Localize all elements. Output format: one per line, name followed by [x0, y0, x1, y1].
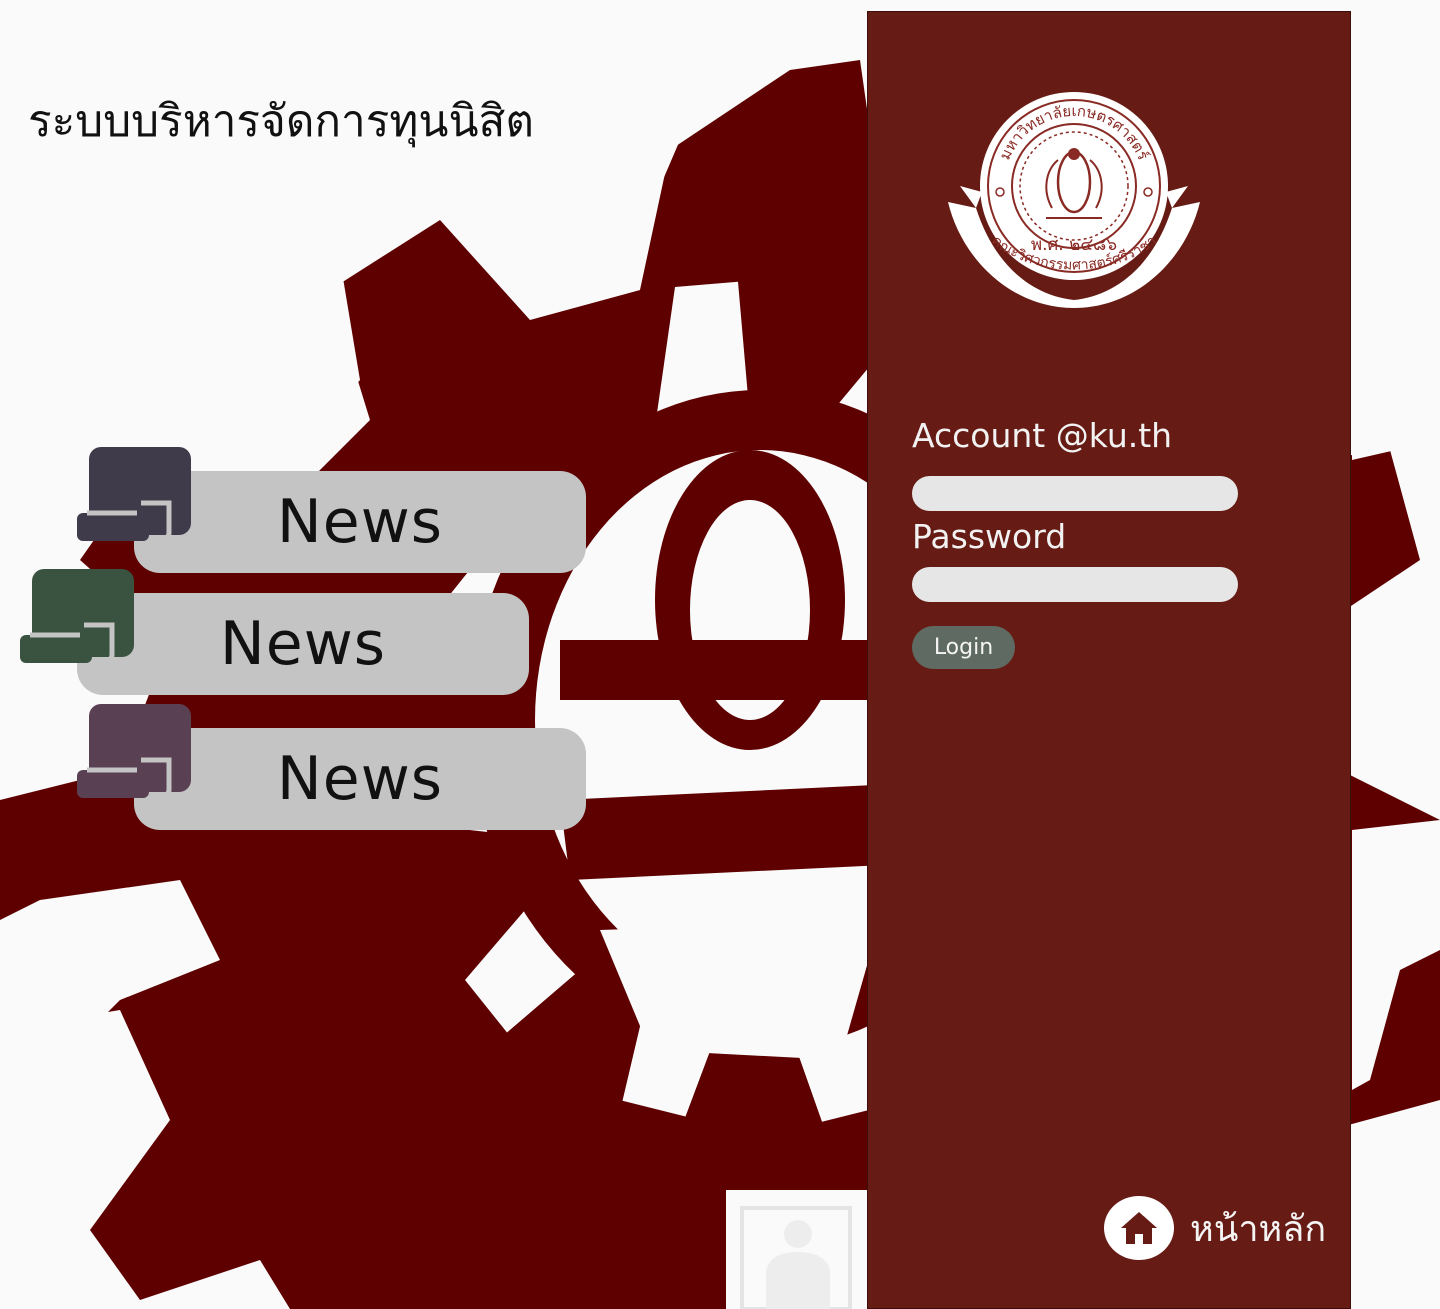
account-label: Account @ku.th [912, 416, 1173, 455]
scroll-icon [77, 447, 191, 542]
news-button-1[interactable]: News [134, 471, 586, 573]
news-button-3[interactable]: News [134, 728, 586, 830]
news-label-2: News [219, 609, 387, 679]
seal-year-text: พ.ศ. ๒๔๘๖ [1031, 235, 1117, 255]
home-label: หน้าหลัก [1190, 1208, 1327, 1250]
home-icon [1104, 1196, 1174, 1260]
news-label-3: News [276, 744, 444, 814]
page: ระบบบริหารจัดการทุนนิสิต News News News [0, 0, 1440, 1309]
page-title: ระบบบริหารจัดการทุนนิสิต [28, 96, 534, 147]
login-panel: มหาวิทยาลัยเกษตรศาสตร์ พ.ศ. ๒๔๘๖ คณะวิศว… [867, 11, 1351, 1309]
user-image-placeholder [726, 1190, 867, 1309]
scroll-icon [77, 704, 191, 799]
faculty-seal-logo: มหาวิทยาลัยเกษตรศาสตร์ พ.ศ. ๒๔๘๖ คณะวิศว… [948, 92, 1200, 308]
login-button[interactable]: Login [912, 626, 1015, 669]
news-label-1: News [276, 487, 444, 557]
password-label: Password [912, 517, 1067, 556]
account-input[interactable] [912, 476, 1238, 511]
home-link[interactable]: หน้าหลัก [1104, 1196, 1326, 1260]
scroll-icon [20, 569, 134, 664]
news-button-2[interactable]: News [77, 593, 529, 695]
password-input[interactable] [912, 567, 1238, 602]
